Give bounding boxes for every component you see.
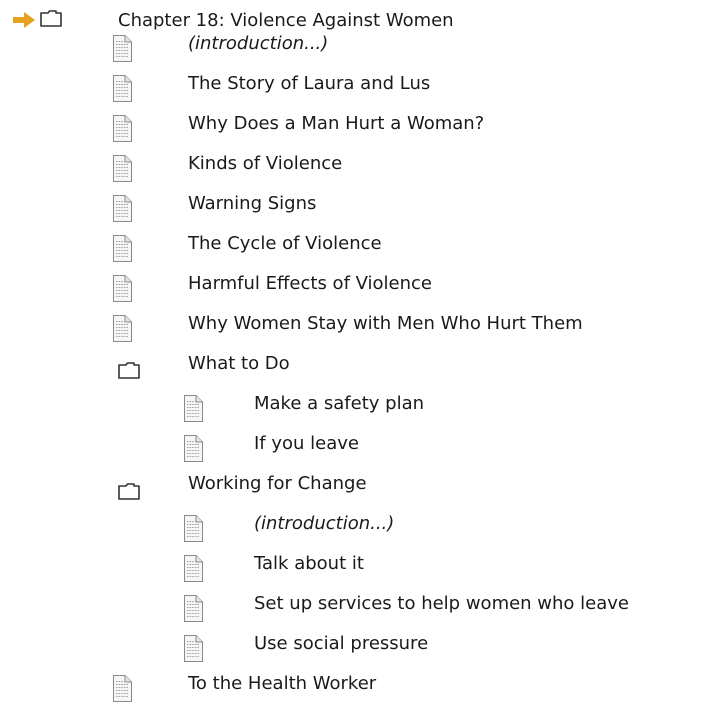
folder-icon [40,10,62,27]
tree-item[interactable]: (introduction...) [254,508,394,538]
tree-item-label[interactable]: Kinds of Violence [188,153,342,174]
tree-item[interactable]: Use social pressure [254,628,428,658]
document-icon [111,35,133,62]
document-icon [182,595,204,622]
document-icon [111,155,133,182]
tree-item-label[interactable]: Warning Signs [188,193,316,214]
tree-item-label[interactable]: Set up services to help women who leave [254,593,629,614]
document-icon [111,75,133,102]
tree-item-label[interactable]: (introduction...) [254,513,394,534]
tree-item[interactable]: What to Do [188,348,290,378]
document-icon [111,315,133,342]
tree-item[interactable]: The Cycle of Violence [188,228,382,258]
tree-item-label[interactable]: Use social pressure [254,633,428,654]
tree-item[interactable]: Make a safety plan [254,388,424,418]
tree-item-label[interactable]: To the Health Worker [188,673,376,694]
tree-item[interactable]: Why Does a Man Hurt a Woman? [188,108,484,138]
tree-item[interactable]: If you leave [254,428,359,458]
document-icon [111,195,133,222]
tree-item-label[interactable]: (introduction...) [188,33,328,54]
document-icon [111,115,133,142]
document-icon [182,515,204,542]
folder-icon [118,483,140,500]
arrow-icon [13,12,35,28]
tree-item[interactable]: To the Health Worker [188,668,376,698]
tree-item-label[interactable]: Harmful Effects of Violence [188,273,432,294]
tree-item[interactable]: (introduction...) [188,28,328,58]
tree-item[interactable]: Talk about it [254,548,364,578]
folder-icon [118,362,140,379]
tree-item-label[interactable]: The Story of Laura and Lus [188,73,430,94]
tree-item[interactable]: Kinds of Violence [188,148,342,178]
tree-item-label[interactable]: The Cycle of Violence [188,233,382,254]
tree-item-label[interactable]: Make a safety plan [254,393,424,414]
tree-item-label[interactable]: Why Women Stay with Men Who Hurt Them [188,313,583,334]
document-icon [111,235,133,262]
tree-item[interactable]: Set up services to help women who leave [254,588,629,618]
document-icon [182,555,204,582]
document-icon [111,275,133,302]
tree-item[interactable]: Harmful Effects of Violence [188,268,432,298]
tree-item[interactable]: Warning Signs [188,188,316,218]
tree-item-label[interactable]: Why Does a Man Hurt a Woman? [188,113,484,134]
tree-item-label[interactable]: What to Do [188,353,290,374]
tree-item[interactable]: Why Women Stay with Men Who Hurt Them [188,308,583,338]
tree-item-label[interactable]: Talk about it [254,553,364,574]
document-icon [182,395,204,422]
document-icon [182,635,204,662]
document-icon [182,435,204,462]
tree-item-label[interactable]: If you leave [254,433,359,454]
tree-item[interactable]: The Story of Laura and Lus [188,68,430,98]
tree-item-label[interactable]: Working for Change [188,473,367,494]
tree-item[interactable]: Working for Change [188,468,367,498]
